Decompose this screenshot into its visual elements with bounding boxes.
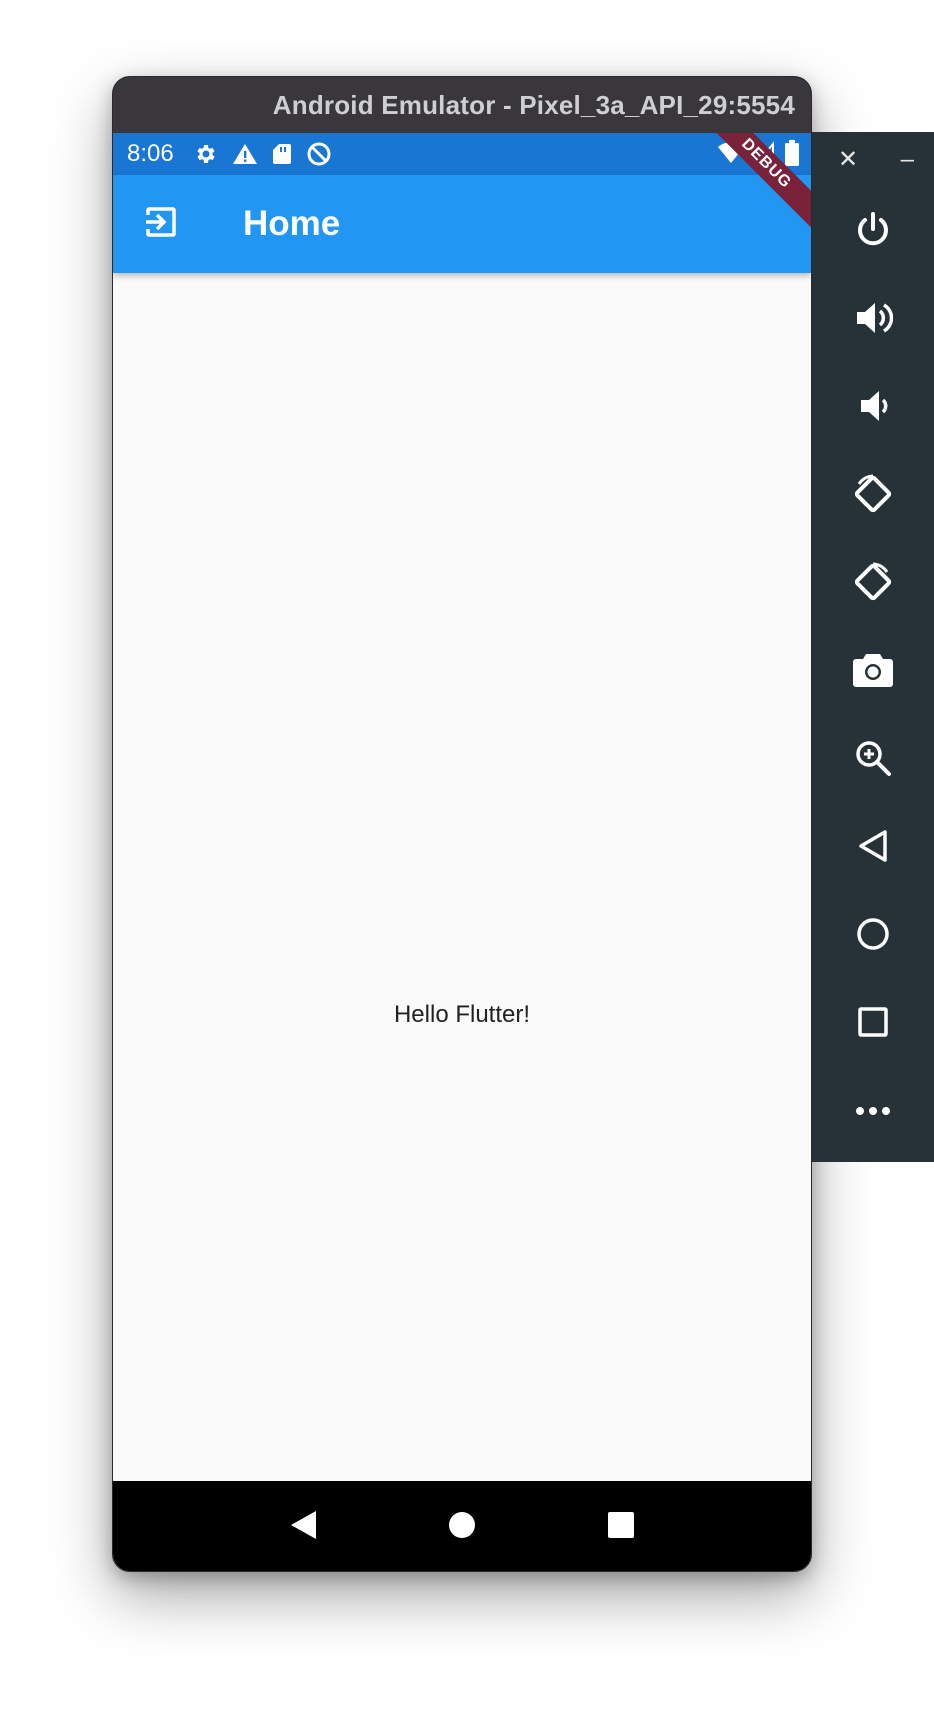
back-outline-icon: [856, 828, 890, 869]
exit-button[interactable]: [129, 192, 193, 256]
camera-icon: [852, 651, 894, 694]
rotate-left-button[interactable]: [812, 452, 934, 540]
home-circle-icon: [447, 1510, 477, 1545]
home-button[interactable]: [812, 892, 934, 980]
more-dots-icon: [855, 1103, 891, 1121]
page-title: Home: [243, 204, 341, 243]
overview-button[interactable]: [812, 980, 934, 1068]
screenshot-button[interactable]: [812, 628, 934, 716]
warning-icon: [232, 142, 258, 166]
volume-up-icon: [853, 298, 894, 343]
rotate-left-icon: [851, 472, 895, 521]
device-screen: 8:06 DEBUG Home Hello Flutter!: [113, 133, 811, 1571]
volume-down-icon: [853, 386, 893, 431]
power-button[interactable]: [812, 188, 934, 276]
status-bar: 8:06 DEBUG: [113, 133, 811, 234]
navigation-bar: [113, 1481, 811, 1571]
emulator-side-toolbar: ✕ –: [812, 132, 934, 1162]
overview-square-icon: [607, 1511, 635, 1544]
window-title-bar[interactable]: Android Emulator - Pixel_3a_API_29:5554: [113, 77, 811, 133]
sd-card-icon: [272, 142, 292, 166]
sync-disabled-icon: [306, 141, 332, 167]
body-content: Hello Flutter!: [113, 273, 811, 1481]
volume-down-button[interactable]: [812, 364, 934, 452]
back-triangle-icon: [288, 1509, 318, 1546]
power-icon: [853, 210, 893, 255]
volume-up-button[interactable]: [812, 276, 934, 364]
more-button[interactable]: [812, 1068, 934, 1156]
status-time: 8:06: [127, 140, 174, 167]
app-bar: Home: [113, 175, 811, 273]
minimize-window-button[interactable]: –: [901, 148, 914, 172]
rotate-right-button[interactable]: [812, 540, 934, 628]
home-outline-icon: [856, 917, 890, 956]
zoom-in-icon: [853, 738, 893, 783]
nav-home-button[interactable]: [432, 1497, 492, 1557]
window-title: Android Emulator - Pixel_3a_API_29:5554: [272, 89, 795, 120]
hello-text: Hello Flutter!: [393, 1001, 531, 1028]
overview-outline-icon: [857, 1006, 889, 1043]
exit-to-app-icon: [143, 204, 179, 245]
nav-overview-button[interactable]: [591, 1497, 651, 1557]
zoom-button[interactable]: [812, 716, 934, 804]
rotate-right-icon: [851, 560, 895, 609]
nav-back-button[interactable]: [273, 1497, 333, 1557]
close-window-button[interactable]: ✕: [838, 148, 858, 172]
back-button[interactable]: [812, 804, 934, 892]
gear-icon: [194, 142, 218, 166]
emulator-window: Android Emulator - Pixel_3a_API_29:5554 …: [112, 76, 812, 1572]
